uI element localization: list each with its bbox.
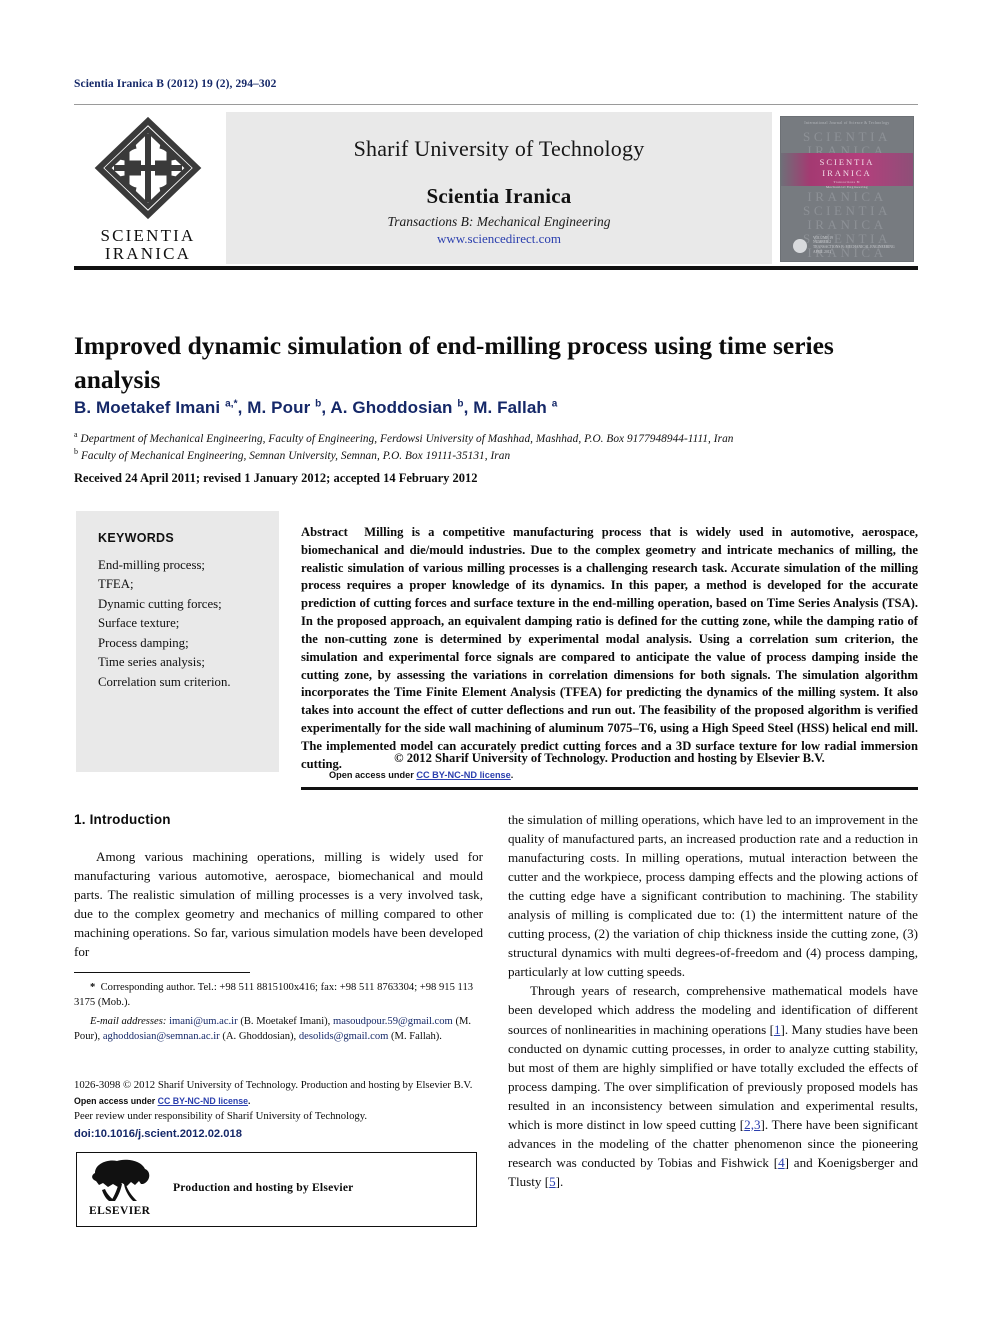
- elsevier-caption: Production and hosting by Elsevier: [173, 1181, 354, 1194]
- cover-band-line2: IRANICA: [822, 167, 872, 178]
- running-head: Scientia Iranica B (2012) 19 (2), 294–30…: [74, 78, 277, 90]
- open-access-prefix: Open access under: [329, 770, 417, 780]
- email-link-pour[interactable]: masoudpour.59@gmail.com: [333, 1016, 453, 1027]
- email-owner-1: (B. Moetakef Imani),: [240, 1016, 331, 1028]
- body-column-right: the simulation of milling operations, wh…: [508, 810, 918, 1191]
- masthead-divider: [74, 266, 918, 270]
- email-link-fallah[interactable]: desolids@gmail.com: [299, 1031, 389, 1042]
- email-link-imani[interactable]: imani@um.ac.ir: [169, 1016, 238, 1027]
- journal-logo: SCIENTIA IRANICA: [74, 112, 222, 264]
- section-heading-introduction: 1. Introduction: [74, 812, 171, 827]
- keyword-item: Time series analysis;: [98, 655, 205, 670]
- email-owner-4: (M. Fallah).: [391, 1031, 442, 1043]
- header-divider: [74, 104, 918, 105]
- body-column-left: 1. Introduction Among various machining …: [74, 810, 483, 961]
- affiliation-a-text: Department of Mechanical Engineering, Fa…: [80, 432, 734, 445]
- keyword-item: Dynamic cutting forces;: [98, 596, 222, 611]
- publisher-name: Sharif University of Technology: [353, 136, 645, 161]
- keyword-item: Surface texture;: [98, 616, 180, 631]
- abstract-section: Abstract Milling is a competitive manufa…: [301, 524, 918, 773]
- right-paragraph-1: the simulation of milling operations, wh…: [508, 812, 918, 980]
- journal-title: Scientia Iranica: [426, 184, 572, 208]
- rp2-part5: ].: [555, 1173, 564, 1189]
- footnote-block: * Corresponding author. Tel.: +98 511 88…: [74, 980, 483, 1045]
- affiliation-b: b Faculty of Mechanical Engineering, Sem…: [74, 447, 511, 462]
- peer-review-line: Peer review under responsibility of Shar…: [74, 1110, 368, 1123]
- license-oa-suffix: .: [248, 1095, 251, 1106]
- keyword-item: Process damping;: [98, 635, 189, 650]
- doi-link[interactable]: doi:10.1016/j.scient.2012.02.018: [74, 1128, 242, 1140]
- abstract-divider: [301, 787, 918, 790]
- page-title: Improved dynamic simulation of end-milli…: [74, 331, 834, 394]
- email-label: E-mail addresses:: [90, 1016, 167, 1028]
- abstract-text: Milling is a competitive manufacturing p…: [301, 525, 919, 771]
- asterisk-icon: *: [90, 982, 96, 993]
- cover-band-line1: SCIENTIA: [819, 157, 875, 167]
- cover-title-band: SCIENTIA IRANICA Transactions B: Mechani…: [781, 153, 913, 189]
- journal-band: Sharif University of Technology Scientia…: [226, 112, 772, 264]
- license-cc-link[interactable]: CC BY-NC-ND license: [158, 1096, 248, 1106]
- sciencedirect-link[interactable]: www.sciencedirect.com: [437, 213, 561, 246]
- cc-license-link[interactable]: CC BY-NC-ND license: [416, 770, 510, 780]
- cover-seal-icon: [793, 239, 807, 253]
- journal-logo-line2: IRANICA: [104, 244, 192, 264]
- article-dates: Received 24 April 2011; revised 1 Januar…: [74, 471, 478, 485]
- cover-volume-info: VOLUME 19 NUMBER 2 TRANSACTIONS B: MECHA…: [813, 236, 895, 255]
- email-addresses-note: E-mail addresses: imani@um.ac.ir (B. Moe…: [74, 1014, 483, 1044]
- keyword-item: Correlation sum criterion.: [98, 674, 231, 689]
- journal-logo-line1: SCIENTIA: [100, 226, 196, 245]
- open-access-suffix: .: [510, 770, 514, 780]
- elsevier-hosting-box: ELSEVIER Production and hosting by Elsev…: [76, 1152, 477, 1227]
- abstract-copyright: © 2012 Sharif University of Technology. …: [394, 751, 825, 765]
- footnote-divider: [74, 972, 250, 973]
- abstract-label: Abstract: [301, 525, 348, 539]
- cover-top-line: International Journal of Science & Techn…: [804, 121, 890, 125]
- license-block: 1026-3098 © 2012 Sharif University of Te…: [74, 1078, 483, 1125]
- email-owner-3: (A. Ghoddosian),: [222, 1031, 297, 1043]
- keywords-panel: KEYWORDS End-milling process; TFEA; Dyna…: [76, 511, 279, 772]
- issn-copyright-line: 1026-3098 © 2012 Sharif University of Te…: [74, 1079, 473, 1091]
- journal-cover-thumbnail: International Journal of Science & Techn…: [780, 116, 914, 262]
- keywords-heading: KEYWORDS: [98, 531, 175, 545]
- scientia-iranica-emblem-icon: [92, 116, 204, 225]
- citation-ref-2[interactable]: 2,3: [744, 1117, 760, 1132]
- cover-volume-4: APRIL 2012: [813, 250, 832, 255]
- intro-paragraph-1: Among various machining operations, mill…: [74, 848, 483, 959]
- rp2-part2: ]. Many studies have been conducted on d…: [508, 1021, 918, 1132]
- affiliation-b-text: Faculty of Mechanical Engineering, Semna…: [80, 449, 511, 462]
- license-open-access: Open access under CC BY-NC-ND license.: [74, 1096, 251, 1106]
- keyword-item: TFEA;: [98, 577, 134, 592]
- paper-page: Scientia Iranica B (2012) 19 (2), 294–30…: [0, 0, 992, 1323]
- journal-masthead: SCIENTIA IRANICA Sharif University of Te…: [74, 112, 918, 264]
- corresponding-author-text: Corresponding author. Tel.: +98 511 8815…: [74, 982, 474, 1009]
- author-list: B. Moetakef Imani a,*, M. Pour b, A. Gho…: [74, 398, 558, 417]
- affiliation-a: a Department of Mechanical Engineering, …: [74, 430, 734, 445]
- license-oa-prefix: Open access under: [74, 1095, 158, 1106]
- journal-logo-text: SCIENTIA IRANICA: [100, 226, 196, 264]
- right-paragraph-2: Through years of research, comprehensive…: [508, 981, 918, 1191]
- keywords-list: End-milling process; TFEA; Dynamic cutti…: [76, 545, 279, 692]
- email-link-ghoddosian[interactable]: aghoddosian@semnan.ac.ir: [103, 1031, 220, 1042]
- elsevier-wordmark: ELSEVIER: [89, 1205, 151, 1217]
- corresponding-author-note: * Corresponding author. Tel.: +98 511 88…: [74, 980, 483, 1010]
- keyword-item: End-milling process;: [98, 558, 205, 572]
- abstract-open-access: Open access under CC BY-NC-ND license.: [329, 770, 513, 780]
